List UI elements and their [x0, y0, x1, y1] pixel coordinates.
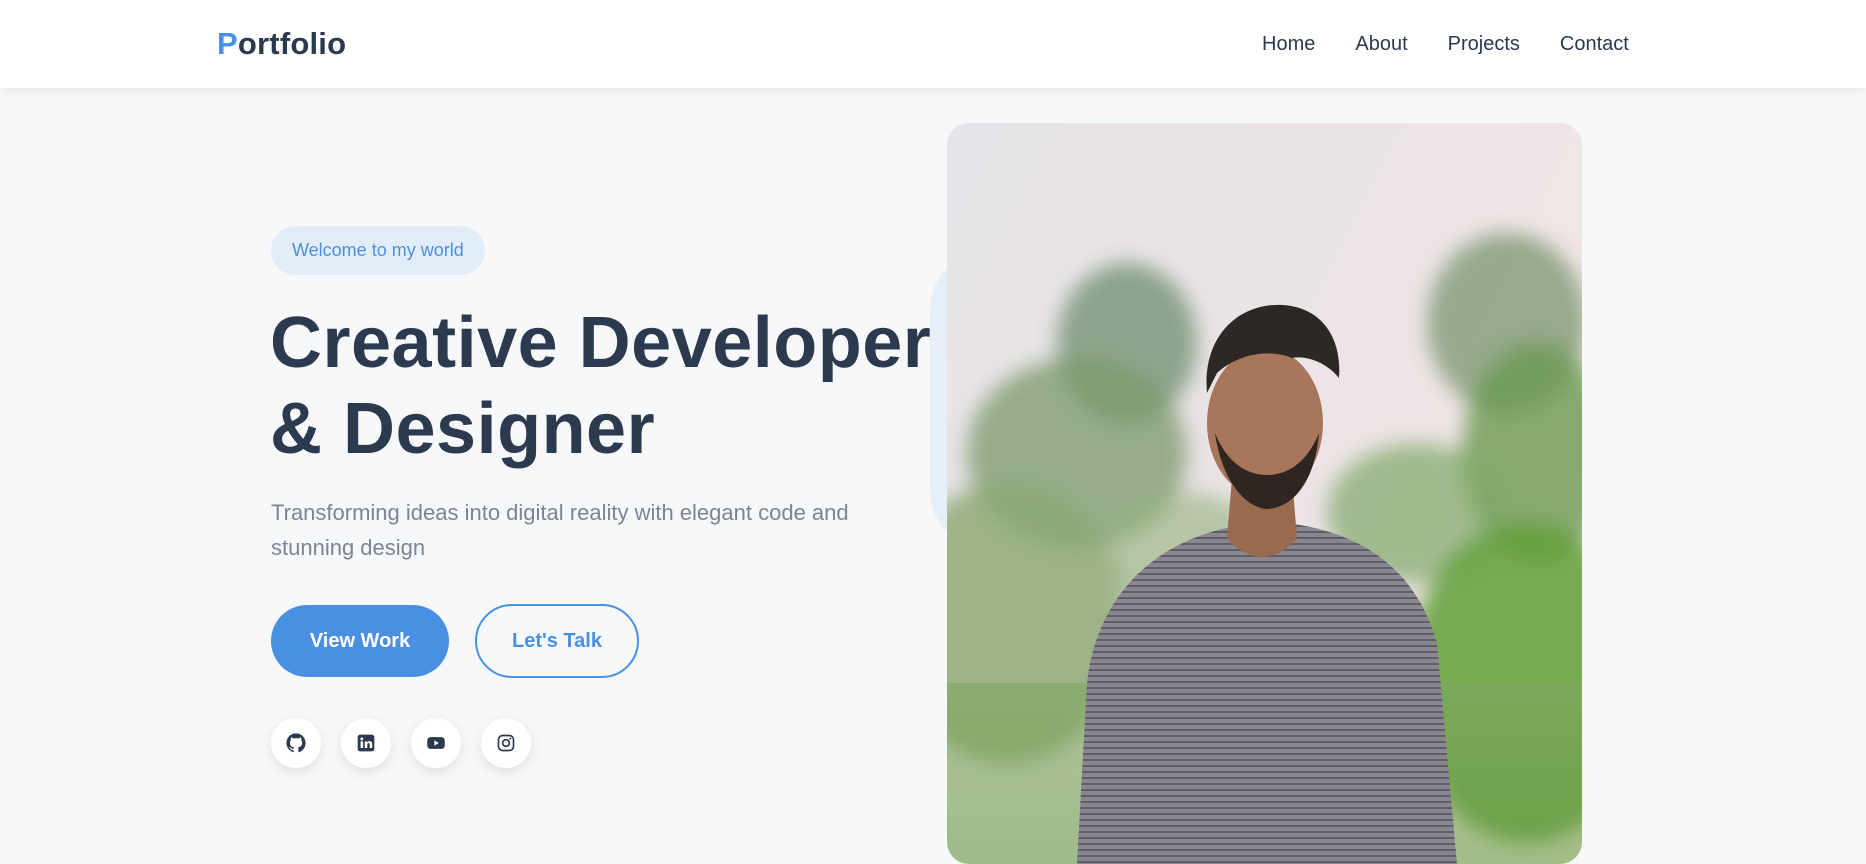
- profile-photo: [947, 123, 1582, 864]
- instagram-icon: [497, 734, 515, 752]
- linkedin-link[interactable]: [341, 718, 391, 768]
- logo-initial: P: [217, 26, 238, 61]
- linkedin-icon: [357, 734, 375, 752]
- nav-home[interactable]: Home: [1262, 33, 1315, 56]
- hero-title-line-2: & Designer: [270, 389, 656, 469]
- github-icon: [286, 733, 306, 753]
- instagram-link[interactable]: [481, 718, 531, 768]
- nav-links: Home About Projects Contact: [1262, 33, 1629, 56]
- nav-contact[interactable]: Contact: [1560, 33, 1629, 56]
- navbar: Portfolio Home About Projects Contact: [0, 0, 1866, 88]
- logo-text: ortfolio: [237, 26, 347, 61]
- logo[interactable]: Portfolio: [217, 26, 346, 62]
- hero-subtitle: Transforming ideas into digital reality …: [271, 500, 849, 560]
- lets-talk-button[interactable]: Let's Talk: [475, 604, 639, 678]
- youtube-link[interactable]: [411, 718, 461, 768]
- nav-about[interactable]: About: [1355, 33, 1407, 56]
- welcome-badge: Welcome to my world: [271, 226, 485, 275]
- hero-title: Creative Developer & Designer: [270, 300, 931, 472]
- nav-projects[interactable]: Projects: [1448, 33, 1520, 56]
- github-link[interactable]: [271, 718, 321, 768]
- view-work-button[interactable]: View Work: [271, 605, 449, 677]
- profile-photo-illustration: [947, 123, 1582, 864]
- youtube-icon: [427, 737, 445, 749]
- hero-title-line-1: Creative Developer: [270, 303, 932, 383]
- social-links: [271, 718, 551, 768]
